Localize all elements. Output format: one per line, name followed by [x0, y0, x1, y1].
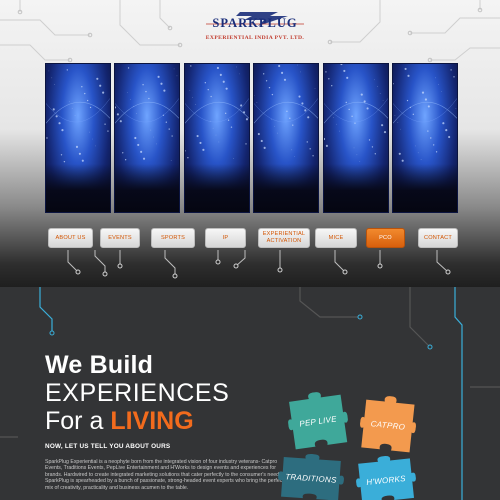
nav-item-label: ABOUT US [55, 235, 86, 241]
nav-item-label-line: EXPERIENTIAL [262, 231, 306, 237]
circuit-trace [235, 250, 246, 267]
circuit-trace [430, 47, 500, 61]
headline-line-3-prefix: For a [45, 407, 104, 435]
nav-item-label: PCO [379, 235, 392, 241]
stage-screen-panel [253, 63, 320, 213]
circuit-node [377, 263, 383, 269]
audience-silhouettes [254, 164, 319, 212]
nav-item-label: SPORTS [160, 235, 186, 241]
puzzle-piece-pep-live: PEP LIVE [284, 388, 351, 454]
headline-line-3: For a LIVING [45, 407, 194, 436]
circuit-trace [0, 44, 70, 61]
intro-section: We Build EXPERIENCES For a LIVING NOW, L… [0, 287, 500, 500]
circuit-node [277, 267, 283, 273]
nav-item-experiential-activation[interactable]: EXPERIENTIAL ACTIVATION [258, 228, 310, 248]
audience-silhouettes [184, 164, 249, 212]
circuit-trace [67, 250, 79, 273]
nav-item-ip[interactable]: IP [205, 228, 246, 248]
nav-item-about-us[interactable]: ABOUT US [48, 228, 93, 248]
circuit-trace [330, 0, 381, 43]
stage-screen-panel [322, 63, 389, 213]
main-navigation: ABOUT US EVENTS SPORTS IP EXPERIENTIAL ACTIVA… [48, 228, 458, 250]
intro-body-text: SparkPlug Experiential is a neophyte bor… [45, 459, 284, 491]
nav-item-label: IP [222, 235, 229, 241]
circuit-node [215, 259, 221, 265]
circuit-node [445, 269, 451, 275]
nav-item-events[interactable]: EVENTS [100, 228, 140, 248]
stage-screen-panel [45, 63, 111, 213]
circuit-node [233, 263, 239, 269]
nav-item-pco[interactable]: PCO [366, 228, 405, 248]
partner-puzzle-graphic: PEP LIVE CATPRO TRADITIONS H'WORKS [278, 392, 418, 500]
audience-silhouettes [323, 164, 388, 212]
circuit-node [342, 269, 348, 275]
circuit-node [427, 344, 433, 350]
logo-wordmark: SPARKPLUG [212, 16, 298, 30]
circuit-trace [409, 287, 431, 348]
circuit-trace [334, 250, 346, 273]
nav-item-label: EVENTS [108, 235, 132, 241]
circuit-trace [94, 250, 106, 274]
nav-item-mice[interactable]: MICE [315, 228, 357, 248]
stage-screen-panel [114, 63, 181, 213]
puzzle-piece-traditions: TRADITIONS [276, 452, 345, 500]
circuit-trace [0, 19, 90, 36]
audience-silhouettes [46, 164, 110, 212]
event-stage-image [45, 63, 458, 213]
logo-tagline: EXPERIENTIAL INDIA PVT. LTD. [205, 35, 305, 41]
circuit-node [75, 269, 81, 275]
circuit-node [357, 314, 363, 320]
headline-line-2: EXPERIENCES [45, 379, 230, 407]
stage-screen-panel [392, 63, 458, 213]
stage-screen-panel [183, 63, 250, 213]
sparkplug-logo[interactable]: SPARKPLUG EXPERIENTIAL INDIA PVT. LTD. [200, 10, 310, 44]
circuit-node [49, 330, 55, 336]
puzzle-piece-catpro: CATPRO [357, 393, 419, 457]
circuit-node [117, 263, 123, 269]
circuit-trace [299, 287, 360, 318]
circuit-trace [164, 250, 176, 276]
circuit-trace [159, 0, 171, 29]
audience-silhouettes [115, 164, 180, 212]
nav-item-sports[interactable]: SPORTS [151, 228, 195, 248]
circuit-trace [436, 250, 449, 273]
circuit-node [172, 273, 178, 279]
circuit-trace [119, 0, 180, 46]
nav-item-contact[interactable]: CONTACT [418, 228, 458, 248]
nav-item-label: CONTACT [423, 235, 453, 241]
headline-line-1: We Build [45, 351, 154, 379]
circuit-trace [410, 17, 500, 34]
nav-item-label-line: ACTIVATION [266, 238, 302, 244]
circuit-trace [39, 287, 53, 333]
puzzle-piece-h-works: H'WORKS [354, 453, 419, 500]
circuit-trace [454, 287, 463, 500]
header-section: SPARKPLUG EXPERIENTIAL INDIA PVT. LTD. A… [0, 0, 500, 287]
nav-item-label: MICE [328, 235, 344, 241]
audience-silhouettes [393, 164, 457, 212]
circuit-node [102, 271, 108, 277]
headline-highlight: LIVING [110, 407, 194, 435]
intro-subheading: NOW, LET US TELL YOU ABOUT OURS [45, 443, 171, 450]
